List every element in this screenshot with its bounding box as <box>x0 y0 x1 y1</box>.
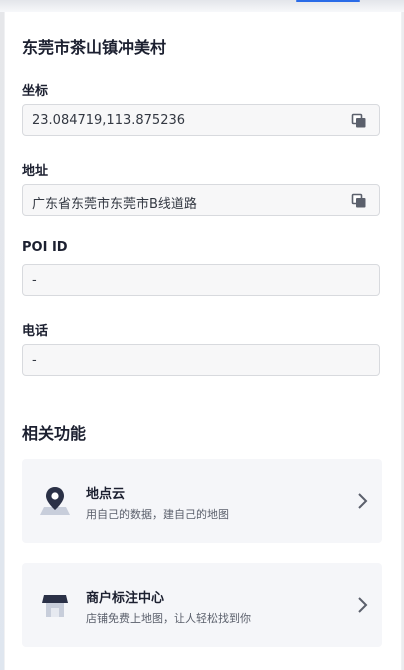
phone-value: - <box>32 353 37 368</box>
map-pin-icon <box>38 485 72 517</box>
place-title: 东莞市茶山镇冲美村 <box>22 38 167 57</box>
card-title: 商户标注中心 <box>86 591 165 606</box>
chevron-right-icon <box>356 596 368 614</box>
address-value: 广东省东莞市东莞市B线道路 <box>32 197 197 212</box>
card-description: 用自己的数据，建自己的地图 <box>86 508 229 521</box>
coords-label: 坐标 <box>22 84 49 99</box>
coords-field: 23.084719,113.875236 <box>22 104 380 136</box>
card-title: 地点云 <box>86 487 126 502</box>
address-field: 广东省东莞市东莞市B线道路 <box>22 184 380 216</box>
storefront-icon <box>38 589 72 621</box>
related-functions-title: 相关功能 <box>22 424 87 443</box>
active-tab-indicator <box>296 0 360 2</box>
copy-icon[interactable] <box>351 193 367 209</box>
coords-value: 23.084719,113.875236 <box>32 113 186 128</box>
merchant-annotation-card[interactable]: 商户标注中心 店铺免费上地图，让人轻松找到你 <box>22 563 382 647</box>
poi-id-value: - <box>32 273 37 288</box>
card-description: 店铺免费上地图，让人轻松找到你 <box>86 612 251 625</box>
phone-field: - <box>22 344 380 376</box>
phone-label: 电话 <box>22 324 49 339</box>
map-side-panel-screen: 东莞市茶山镇冲美村 坐标 23.084719,113.875236 地址 广东省… <box>0 0 404 670</box>
copy-icon[interactable] <box>351 113 367 129</box>
location-cloud-card[interactable]: 地点云 用自己的数据，建自己的地图 <box>22 459 382 543</box>
chevron-right-icon <box>356 492 368 510</box>
poi-id-field: - <box>22 264 380 296</box>
poi-id-label: POI ID <box>22 240 68 255</box>
address-label: 地址 <box>22 164 49 179</box>
